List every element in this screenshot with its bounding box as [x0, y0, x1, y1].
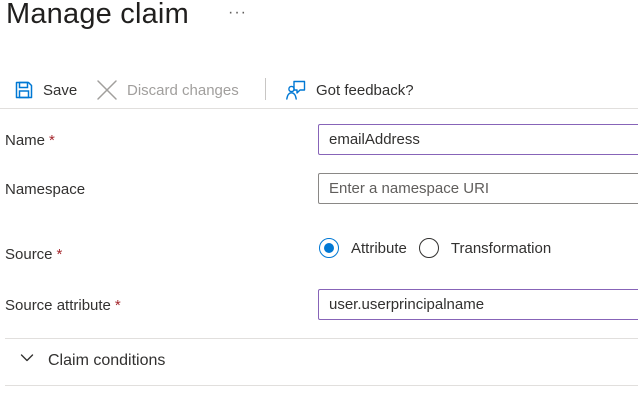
name-label: Name * — [5, 132, 55, 149]
feedback-button[interactable]: Got feedback? — [285, 78, 414, 102]
source-radio-group: Attribute Transformation — [319, 238, 551, 258]
name-label-text: Name — [5, 132, 46, 149]
close-icon — [96, 79, 118, 101]
claim-conditions-label: Claim conditions — [48, 351, 166, 369]
command-bar: Save Discard changes Got feedback? — [0, 72, 638, 109]
source-transformation-radio[interactable]: Transformation — [418, 238, 552, 258]
section-divider — [5, 385, 638, 386]
radio-unchecked-icon — [418, 238, 439, 258]
radio-label-transformation: Transformation — [450, 239, 552, 257]
source-label-text: Source — [5, 246, 53, 263]
namespace-label: Namespace — [5, 181, 85, 198]
more-options-button[interactable]: ··· — [228, 4, 247, 22]
required-indicator: * — [49, 132, 55, 149]
namespace-label-text: Namespace — [5, 181, 86, 198]
required-indicator: * — [56, 246, 63, 263]
discard-changes-button[interactable]: Discard changes — [96, 78, 239, 102]
toolbar-divider — [265, 78, 266, 100]
section-divider — [5, 338, 638, 339]
save-icon — [14, 80, 34, 100]
claim-conditions-toggle[interactable]: Claim conditions — [20, 351, 165, 370]
save-label: Save — [43, 81, 78, 99]
namespace-input[interactable] — [318, 173, 638, 204]
source-label: Source * — [5, 246, 62, 263]
radio-checked-icon — [319, 238, 339, 258]
discard-changes-label: Discard changes — [127, 81, 239, 99]
source-attribute-label-text: Source attribute — [5, 297, 111, 314]
feedback-label: Got feedback? — [316, 81, 414, 99]
chevron-down-icon — [20, 351, 34, 370]
required-indicator: * — [114, 297, 121, 314]
source-attribute-label: Source attribute * — [5, 297, 121, 314]
page-title: Manage claim — [6, 0, 189, 30]
radio-label-attribute: Attribute — [351, 239, 407, 257]
save-button[interactable]: Save — [14, 78, 77, 102]
source-attribute-input[interactable] — [318, 289, 638, 320]
name-input[interactable] — [318, 124, 638, 155]
feedback-icon — [285, 79, 307, 101]
source-attribute-radio[interactable]: Attribute — [319, 238, 407, 258]
